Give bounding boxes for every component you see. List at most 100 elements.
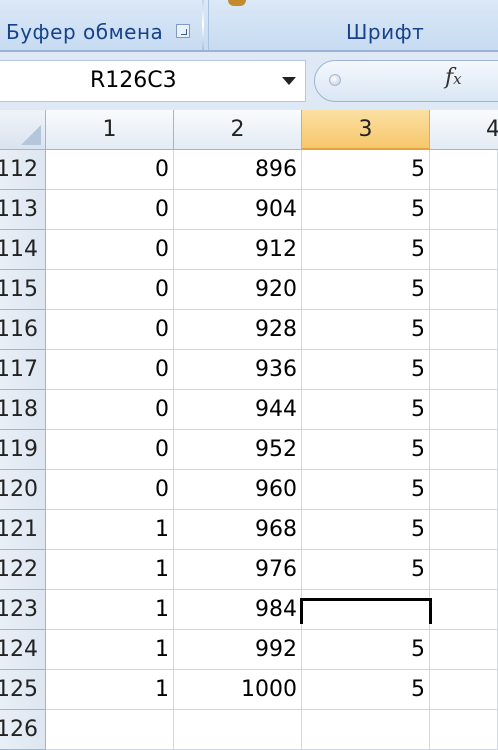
cell[interactable]: 5 <box>302 670 430 710</box>
name-box-value[interactable]: R126C3 <box>90 61 177 101</box>
row-header[interactable]: 123 <box>0 590 46 630</box>
cell[interactable]: 912 <box>174 230 302 270</box>
cell[interactable] <box>430 270 498 310</box>
cell[interactable]: 0 <box>46 350 174 390</box>
cell[interactable]: 5 <box>302 470 430 510</box>
table-row: 112 0 896 5 <box>0 150 498 190</box>
ribbon: Буфер обмена Шрифт <box>0 0 498 52</box>
formula-input-area[interactable]: fx <box>314 60 498 102</box>
row-number: 112 <box>0 157 38 182</box>
cell[interactable]: 0 <box>46 430 174 470</box>
cell[interactable]: 5 <box>302 350 430 390</box>
cell[interactable]: 0 <box>46 190 174 230</box>
cell[interactable]: 5 <box>302 270 430 310</box>
font-group-label: Шрифт <box>346 20 425 44</box>
cell[interactable] <box>430 470 498 510</box>
cell[interactable]: 5 <box>302 430 430 470</box>
group-divider <box>202 0 204 50</box>
cell[interactable]: 976 <box>174 550 302 590</box>
row-header[interactable]: 113 <box>0 190 46 230</box>
cell[interactable]: 5 <box>302 630 430 670</box>
table-row: 113 0 904 5 <box>0 190 498 230</box>
cell[interactable] <box>430 710 498 750</box>
row-number: 125 <box>0 677 38 702</box>
cell[interactable] <box>430 190 498 230</box>
cell[interactable] <box>430 390 498 430</box>
row-number: 123 <box>0 597 38 622</box>
cell[interactable]: 968 <box>174 510 302 550</box>
cell[interactable] <box>430 670 498 710</box>
table-row: 121 1 968 5 <box>0 510 498 550</box>
column-header-4[interactable]: 4 <box>430 110 498 150</box>
cell[interactable]: 1000 <box>174 670 302 710</box>
cell[interactable]: 1 <box>46 630 174 670</box>
row-header[interactable]: 118 <box>0 390 46 430</box>
cell[interactable]: 936 <box>174 350 302 390</box>
cell[interactable] <box>430 630 498 670</box>
cell[interactable] <box>430 230 498 270</box>
cell[interactable]: 952 <box>174 430 302 470</box>
row-number: 114 <box>0 237 38 262</box>
cell[interactable] <box>430 590 498 630</box>
select-all-corner[interactable] <box>0 110 46 150</box>
cell[interactable]: 1 <box>46 510 174 550</box>
cell[interactable] <box>430 350 498 390</box>
cell[interactable]: 0 <box>46 230 174 270</box>
cell[interactable] <box>174 710 302 750</box>
clipboard-dialog-launcher-icon[interactable] <box>176 24 190 38</box>
row-header[interactable]: 112 <box>0 150 46 190</box>
name-box-dropdown-icon[interactable] <box>282 77 296 85</box>
cell[interactable]: 5 <box>302 510 430 550</box>
cell[interactable]: 960 <box>174 470 302 510</box>
cell[interactable]: 5 <box>302 190 430 230</box>
column-header-1[interactable]: 1 <box>46 110 174 150</box>
cell[interactable] <box>302 710 430 750</box>
row-header[interactable]: 119 <box>0 430 46 470</box>
row-number: 126 <box>0 717 38 742</box>
column-header-2[interactable]: 2 <box>174 110 302 150</box>
cell[interactable]: 0 <box>46 470 174 510</box>
cell[interactable]: 1 <box>46 550 174 590</box>
paste-icon[interactable] <box>228 0 246 6</box>
name-box[interactable]: R126C3 <box>0 60 306 102</box>
insert-function-icon[interactable]: fx <box>445 65 462 90</box>
cell[interactable]: 1 <box>46 590 174 630</box>
active-cell-outline[interactable] <box>300 598 432 624</box>
row-header[interactable]: 114 <box>0 230 46 270</box>
cell[interactable] <box>430 550 498 590</box>
row-header[interactable]: 124 <box>0 630 46 670</box>
expand-handle-icon[interactable] <box>329 74 341 86</box>
cell[interactable]: 0 <box>46 150 174 190</box>
row-header[interactable]: 122 <box>0 550 46 590</box>
row-header[interactable]: 117 <box>0 350 46 390</box>
row-header[interactable]: 125 <box>0 670 46 710</box>
cell[interactable]: 904 <box>174 190 302 230</box>
row-header[interactable]: 115 <box>0 270 46 310</box>
cell[interactable] <box>430 430 498 470</box>
cell[interactable]: 5 <box>302 390 430 430</box>
cell[interactable]: 5 <box>302 310 430 350</box>
row-header[interactable]: 126 <box>0 710 46 750</box>
cell[interactable]: 0 <box>46 270 174 310</box>
column-header-3[interactable]: 3 <box>302 110 430 150</box>
cell[interactable]: 1 <box>46 670 174 710</box>
cell[interactable] <box>46 710 174 750</box>
cell[interactable]: 5 <box>302 230 430 270</box>
row-number: 118 <box>0 397 38 422</box>
cell[interactable] <box>430 510 498 550</box>
cell[interactable] <box>430 310 498 350</box>
row-header[interactable]: 121 <box>0 510 46 550</box>
cell[interactable]: 5 <box>302 550 430 590</box>
cell[interactable]: 928 <box>174 310 302 350</box>
cell[interactable]: 0 <box>46 390 174 430</box>
cell[interactable] <box>430 150 498 190</box>
row-header[interactable]: 120 <box>0 470 46 510</box>
cell[interactable]: 5 <box>302 150 430 190</box>
row-header[interactable]: 116 <box>0 310 46 350</box>
cell[interactable]: 920 <box>174 270 302 310</box>
cell[interactable]: 944 <box>174 390 302 430</box>
cell[interactable]: 0 <box>46 310 174 350</box>
cell[interactable]: 896 <box>174 150 302 190</box>
cell[interactable]: 984 <box>174 590 302 630</box>
cell[interactable]: 992 <box>174 630 302 670</box>
